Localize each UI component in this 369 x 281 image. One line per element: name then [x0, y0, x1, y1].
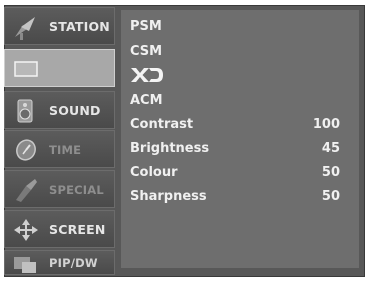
picture-menu-panel: PSM CSM ACM Contrast 100 Brightness 45 C…	[121, 10, 359, 268]
sharpness-value: 50	[321, 189, 340, 204]
sidebar-item-special[interactable]: SPECIAL	[4, 170, 115, 208]
sidebar-item-screen[interactable]: SCREEN	[4, 210, 115, 248]
sidebar-item-pip-dw[interactable]: PIP/DW	[4, 250, 115, 275]
sidebar-item-sound[interactable]: SOUND	[4, 91, 115, 129]
sidebar-item-label: TIME	[49, 143, 82, 157]
menu-row-brightness[interactable]: Brightness 45	[130, 138, 350, 160]
speaker-icon	[11, 97, 41, 125]
brightness-value: 45	[321, 141, 340, 156]
menu-row-label: PSM	[130, 19, 162, 34]
sidebar-item-label: SCREEN	[49, 222, 106, 237]
menu-row-label: Sharpness	[130, 189, 207, 204]
menu-sidebar: STATION SOUND TIME SPECIAL SCREEN PIP/DW	[4, 5, 115, 275]
sidebar-item-label: PIP/DW	[49, 256, 98, 270]
sidebar-item-label: SPECIAL	[49, 183, 104, 197]
menu-row-acm[interactable]: ACM	[130, 90, 350, 112]
menu-row-label: ACM	[130, 93, 163, 108]
move-arrows-icon	[11, 216, 41, 244]
sidebar-item-time[interactable]: TIME	[4, 130, 115, 168]
picture-icon	[11, 55, 41, 83]
menu-row-label: CSM	[130, 44, 163, 59]
sidebar-item-picture[interactable]	[4, 49, 115, 87]
menu-row-csm[interactable]: CSM	[130, 41, 350, 63]
xd-logo-icon	[131, 68, 163, 82]
menu-row-colour[interactable]: Colour 50	[130, 162, 350, 184]
menu-row-label: Brightness	[130, 141, 210, 156]
sidebar-item-label: SOUND	[49, 103, 101, 118]
pip-icon	[11, 253, 41, 281]
menu-row-contrast[interactable]: Contrast 100	[130, 114, 350, 136]
colour-value: 50	[321, 165, 340, 180]
menu-row-label: Contrast	[130, 117, 194, 132]
menu-row-xd[interactable]	[130, 67, 164, 83]
sidebar-item-station[interactable]: STATION	[4, 7, 115, 45]
special-icon	[11, 176, 41, 204]
antenna-icon	[11, 13, 41, 41]
menu-row-sharpness[interactable]: Sharpness 50	[130, 186, 350, 208]
clock-icon	[11, 136, 41, 164]
contrast-value: 100	[312, 117, 340, 132]
menu-row-psm[interactable]: PSM	[130, 16, 350, 38]
menu-row-label: Colour	[130, 165, 178, 180]
sidebar-item-label: STATION	[49, 19, 110, 34]
